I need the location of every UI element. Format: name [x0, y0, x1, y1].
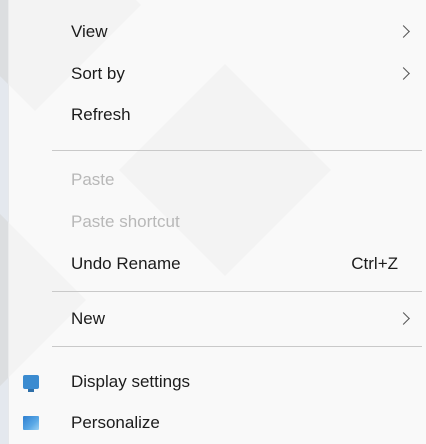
menu-item-display-settings[interactable]: Display settings	[8, 365, 426, 399]
menu-item-label: View	[71, 22, 108, 41]
menu-item-paste-shortcut: Paste shortcut	[8, 205, 426, 239]
chevron-right-icon	[397, 67, 410, 80]
menu-item-paste: Paste	[8, 163, 426, 197]
menu-item-new[interactable]: New	[8, 302, 426, 336]
menu-item-undo-rename[interactable]: Undo Rename Ctrl+Z	[8, 247, 426, 281]
menu-item-label: Personalize	[71, 413, 160, 432]
chevron-right-icon	[397, 312, 410, 325]
menu-item-label: Display settings	[71, 372, 191, 391]
context-menu: View Sort by Refresh Paste Paste shortcu…	[8, 0, 426, 444]
menu-separator	[52, 346, 422, 347]
display-settings-icon	[23, 375, 39, 392]
personalize-icon	[23, 416, 39, 430]
menu-item-label: Paste shortcut	[71, 212, 180, 231]
menu-item-sort-by[interactable]: Sort by	[8, 57, 426, 91]
menu-item-label: New	[71, 309, 106, 328]
menu-separator	[52, 291, 422, 292]
menu-item-refresh[interactable]: Refresh	[8, 98, 426, 132]
chevron-right-icon	[397, 25, 410, 38]
menu-item-personalize[interactable]: Personalize	[8, 406, 426, 440]
desktop-context-menu-screenshot: View Sort by Refresh Paste Paste shortcu…	[0, 0, 426, 444]
menu-item-label: Paste	[71, 170, 115, 189]
menu-item-label: Sort by	[71, 64, 125, 83]
menu-item-label: Refresh	[71, 105, 131, 124]
menu-item-view[interactable]: View	[8, 15, 426, 49]
menu-item-shortcut: Ctrl+Z	[351, 254, 398, 273]
menu-separator	[52, 150, 422, 151]
menu-item-label: Undo Rename	[71, 254, 181, 273]
